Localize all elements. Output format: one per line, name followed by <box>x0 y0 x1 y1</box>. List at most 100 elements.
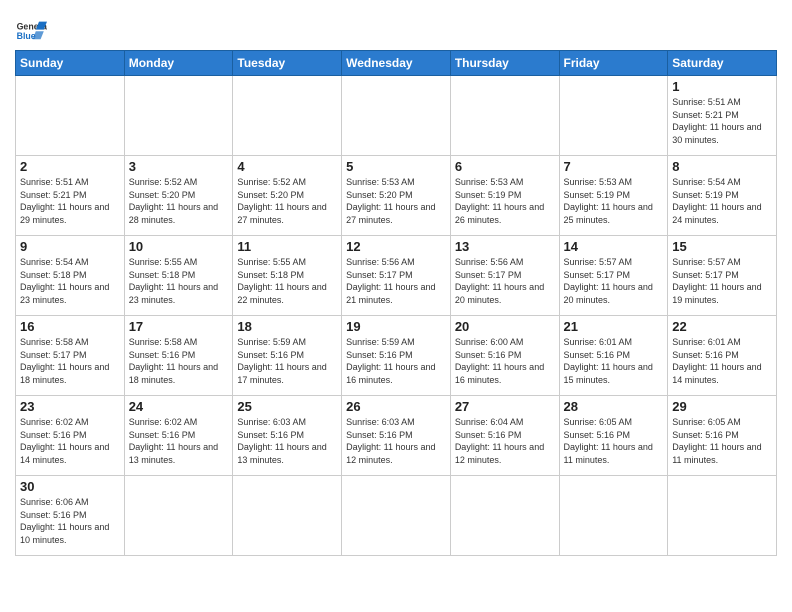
day-number: 16 <box>20 319 120 334</box>
day-info: Sunrise: 5:58 AM Sunset: 5:16 PM Dayligh… <box>129 336 229 386</box>
day-number: 11 <box>237 239 337 254</box>
calendar-week-1: 1Sunrise: 5:51 AM Sunset: 5:21 PM Daylig… <box>16 76 777 156</box>
day-info: Sunrise: 5:51 AM Sunset: 5:21 PM Dayligh… <box>672 96 772 146</box>
day-info: Sunrise: 6:01 AM Sunset: 5:16 PM Dayligh… <box>564 336 664 386</box>
calendar-cell <box>668 476 777 556</box>
calendar-cell: 6 Sunrise: 5:53 AM Sunset: 5:19 PM Daylig… <box>450 156 559 236</box>
day-info: Sunrise: 5:53 AM Sunset: 5:20 PM Dayligh… <box>346 176 446 226</box>
day-number: 23 <box>20 399 120 414</box>
day-number: 6 <box>455 159 555 174</box>
day-number: 19 <box>346 319 446 334</box>
calendar-cell: 22 Sunrise: 6:01 AM Sunset: 5:16 PM Dayli… <box>668 316 777 396</box>
day-info: Sunrise: 5:51 AM Sunset: 5:21 PM Dayligh… <box>20 176 120 226</box>
day-info: Sunrise: 5:56 AM Sunset: 5:17 PM Dayligh… <box>346 256 446 306</box>
calendar-cell <box>559 76 668 156</box>
calendar-cell: 18 Sunrise: 5:59 AM Sunset: 5:16 PM Dayli… <box>233 316 342 396</box>
calendar-cell: 26 Sunrise: 6:03 AM Sunset: 5:16 PM Dayli… <box>342 396 451 476</box>
weekday-header-wednesday: Wednesday <box>342 51 451 76</box>
calendar-cell: 10Sunrise: 5:55 AM Sunset: 5:18 PM Dayli… <box>124 236 233 316</box>
calendar-week-6: 30 Sunrise: 6:06 AM Sunset: 5:16 PM Dayli… <box>16 476 777 556</box>
calendar-cell: 7 Sunrise: 5:53 AM Sunset: 5:19 PM Daylig… <box>559 156 668 236</box>
calendar-cell <box>124 476 233 556</box>
calendar-cell <box>342 476 451 556</box>
calendar-cell: 30 Sunrise: 6:06 AM Sunset: 5:16 PM Dayli… <box>16 476 125 556</box>
calendar-cell: 12 Sunrise: 5:56 AM Sunset: 5:17 PM Dayli… <box>342 236 451 316</box>
calendar-cell: 2 Sunrise: 5:51 AM Sunset: 5:21 PM Daylig… <box>16 156 125 236</box>
calendar-cell: 5 Sunrise: 5:53 AM Sunset: 5:20 PM Daylig… <box>342 156 451 236</box>
calendar-week-2: 2 Sunrise: 5:51 AM Sunset: 5:21 PM Daylig… <box>16 156 777 236</box>
day-number: 25 <box>237 399 337 414</box>
calendar-cell: 13Sunrise: 5:56 AM Sunset: 5:17 PM Dayli… <box>450 236 559 316</box>
calendar-cell: 14Sunrise: 5:57 AM Sunset: 5:17 PM Dayli… <box>559 236 668 316</box>
calendar-cell <box>16 76 125 156</box>
weekday-header-friday: Friday <box>559 51 668 76</box>
page-header: General Blue <box>15 10 777 46</box>
logo: General Blue <box>15 18 47 46</box>
day-number: 22 <box>672 319 772 334</box>
day-info: Sunrise: 5:57 AM Sunset: 5:17 PM Dayligh… <box>672 256 772 306</box>
day-info: Sunrise: 5:53 AM Sunset: 5:19 PM Dayligh… <box>455 176 555 226</box>
calendar-cell <box>124 76 233 156</box>
day-number: 24 <box>129 399 229 414</box>
day-info: Sunrise: 5:58 AM Sunset: 5:17 PM Dayligh… <box>20 336 120 386</box>
day-number: 17 <box>129 319 229 334</box>
day-number: 8 <box>672 159 772 174</box>
day-number: 15 <box>672 239 772 254</box>
calendar-cell: 28 Sunrise: 6:05 AM Sunset: 5:16 PM Dayli… <box>559 396 668 476</box>
calendar-cell <box>559 476 668 556</box>
day-info: Sunrise: 6:04 AM Sunset: 5:16 PM Dayligh… <box>455 416 555 466</box>
day-number: 12 <box>346 239 446 254</box>
day-number: 18 <box>237 319 337 334</box>
day-info: Sunrise: 5:52 AM Sunset: 5:20 PM Dayligh… <box>237 176 337 226</box>
svg-text:Blue: Blue <box>17 31 36 41</box>
calendar-cell: 29 Sunrise: 6:05 AM Sunset: 5:16 PM Dayli… <box>668 396 777 476</box>
day-info: Sunrise: 6:02 AM Sunset: 5:16 PM Dayligh… <box>129 416 229 466</box>
calendar-cell: 21 Sunrise: 6:01 AM Sunset: 5:16 PM Dayli… <box>559 316 668 396</box>
day-info: Sunrise: 5:59 AM Sunset: 5:16 PM Dayligh… <box>237 336 337 386</box>
calendar-cell: 9Sunrise: 5:54 AM Sunset: 5:18 PM Daylig… <box>16 236 125 316</box>
calendar-cell <box>233 476 342 556</box>
calendar-cell <box>342 76 451 156</box>
day-info: Sunrise: 6:03 AM Sunset: 5:16 PM Dayligh… <box>346 416 446 466</box>
day-number: 5 <box>346 159 446 174</box>
calendar-cell: 24 Sunrise: 6:02 AM Sunset: 5:16 PM Dayli… <box>124 396 233 476</box>
day-number: 2 <box>20 159 120 174</box>
calendar-week-3: 9Sunrise: 5:54 AM Sunset: 5:18 PM Daylig… <box>16 236 777 316</box>
day-info: Sunrise: 5:52 AM Sunset: 5:20 PM Dayligh… <box>129 176 229 226</box>
calendar-week-5: 23 Sunrise: 6:02 AM Sunset: 5:16 PM Dayli… <box>16 396 777 476</box>
day-info: Sunrise: 6:00 AM Sunset: 5:16 PM Dayligh… <box>455 336 555 386</box>
calendar-cell: 8 Sunrise: 5:54 AM Sunset: 5:19 PM Daylig… <box>668 156 777 236</box>
day-info: Sunrise: 6:02 AM Sunset: 5:16 PM Dayligh… <box>20 416 120 466</box>
day-number: 21 <box>564 319 664 334</box>
day-info: Sunrise: 5:53 AM Sunset: 5:19 PM Dayligh… <box>564 176 664 226</box>
calendar-cell: 11 Sunrise: 5:55 AM Sunset: 5:18 PM Dayli… <box>233 236 342 316</box>
day-info: Sunrise: 5:56 AM Sunset: 5:17 PM Dayligh… <box>455 256 555 306</box>
day-info: Sunrise: 5:54 AM Sunset: 5:19 PM Dayligh… <box>672 176 772 226</box>
day-number: 30 <box>20 479 120 494</box>
day-info: Sunrise: 6:06 AM Sunset: 5:16 PM Dayligh… <box>20 496 120 546</box>
weekday-header-thursday: Thursday <box>450 51 559 76</box>
calendar-table: SundayMondayTuesdayWednesdayThursdayFrid… <box>15 50 777 556</box>
calendar-cell: 19Sunrise: 5:59 AM Sunset: 5:16 PM Dayli… <box>342 316 451 396</box>
calendar-cell: 20Sunrise: 6:00 AM Sunset: 5:16 PM Dayli… <box>450 316 559 396</box>
day-info: Sunrise: 6:05 AM Sunset: 5:16 PM Dayligh… <box>564 416 664 466</box>
day-number: 7 <box>564 159 664 174</box>
day-number: 28 <box>564 399 664 414</box>
day-number: 26 <box>346 399 446 414</box>
calendar-cell: 4Sunrise: 5:52 AM Sunset: 5:20 PM Daylig… <box>233 156 342 236</box>
day-number: 27 <box>455 399 555 414</box>
day-info: Sunrise: 6:05 AM Sunset: 5:16 PM Dayligh… <box>672 416 772 466</box>
day-info: Sunrise: 6:01 AM Sunset: 5:16 PM Dayligh… <box>672 336 772 386</box>
day-number: 29 <box>672 399 772 414</box>
weekday-header-sunday: Sunday <box>16 51 125 76</box>
calendar-cell: 1Sunrise: 5:51 AM Sunset: 5:21 PM Daylig… <box>668 76 777 156</box>
day-info: Sunrise: 5:57 AM Sunset: 5:17 PM Dayligh… <box>564 256 664 306</box>
day-info: Sunrise: 5:55 AM Sunset: 5:18 PM Dayligh… <box>237 256 337 306</box>
calendar-cell <box>450 76 559 156</box>
calendar-cell: 27 Sunrise: 6:04 AM Sunset: 5:16 PM Dayli… <box>450 396 559 476</box>
calendar-cell: 15 Sunrise: 5:57 AM Sunset: 5:17 PM Dayli… <box>668 236 777 316</box>
weekday-header-row: SundayMondayTuesdayWednesdayThursdayFrid… <box>16 51 777 76</box>
calendar-cell: 16 Sunrise: 5:58 AM Sunset: 5:17 PM Dayli… <box>16 316 125 396</box>
day-info: Sunrise: 5:55 AM Sunset: 5:18 PM Dayligh… <box>129 256 229 306</box>
calendar-cell <box>233 76 342 156</box>
